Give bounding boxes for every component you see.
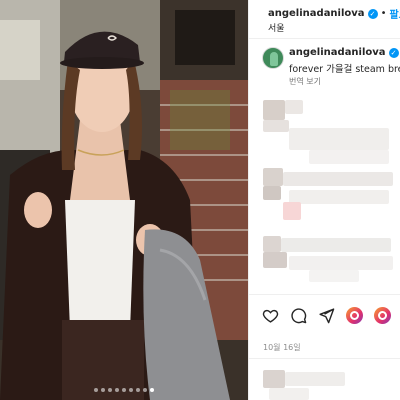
effect-badge-button-2[interactable] <box>373 306 391 324</box>
carousel-dot <box>136 388 140 392</box>
separator-dot: • <box>380 8 387 19</box>
post-details-panel: angelinadanilova ✓ • 팔로우 서울 angelinadani… <box>248 0 400 400</box>
post-photo[interactable] <box>0 0 248 400</box>
carousel-dot <box>143 388 147 392</box>
post-photo-image <box>0 0 248 400</box>
effect-badge-button[interactable] <box>345 306 363 324</box>
comment-icon <box>290 307 306 323</box>
caption-text: forever 가을걸 steam bread <box>289 64 400 75</box>
divider <box>249 294 400 295</box>
divider <box>249 358 400 359</box>
caption-header: angelinadanilova ✓ 3주 <box>289 46 400 59</box>
like-button[interactable] <box>261 306 279 324</box>
avatar[interactable] <box>262 47 284 69</box>
carousel-dot <box>94 388 98 392</box>
carousel-dot <box>115 388 119 392</box>
comment-button[interactable] <box>289 306 307 324</box>
action-bar <box>261 306 391 324</box>
carousel-dot <box>129 388 133 392</box>
verified-icon: ✓ <box>367 8 378 19</box>
carousel-dot <box>108 388 112 392</box>
heart-icon <box>262 309 278 323</box>
share-button[interactable] <box>317 306 335 324</box>
post-date[interactable]: 10월 16일 <box>263 342 301 353</box>
effect-badge-icon <box>345 306 363 324</box>
translate-link[interactable]: 번역 보기 <box>289 76 321 87</box>
carousel-indicator <box>0 388 248 392</box>
location-link[interactable]: 서울 <box>268 21 285 34</box>
carousel-dot <box>101 388 105 392</box>
follow-button[interactable]: 팔로우 <box>389 6 400 21</box>
caption-username[interactable]: angelinadanilova <box>289 47 386 58</box>
verified-icon: ✓ <box>388 47 399 58</box>
effect-badge-icon-2 <box>373 306 391 324</box>
header-username[interactable]: angelinadanilova <box>268 8 365 19</box>
carousel-dot-active <box>150 388 154 392</box>
carousel-dot <box>122 388 126 392</box>
divider <box>249 38 400 39</box>
share-icon <box>318 307 334 323</box>
post-header: angelinadanilova ✓ • 팔로우 <box>268 6 400 21</box>
